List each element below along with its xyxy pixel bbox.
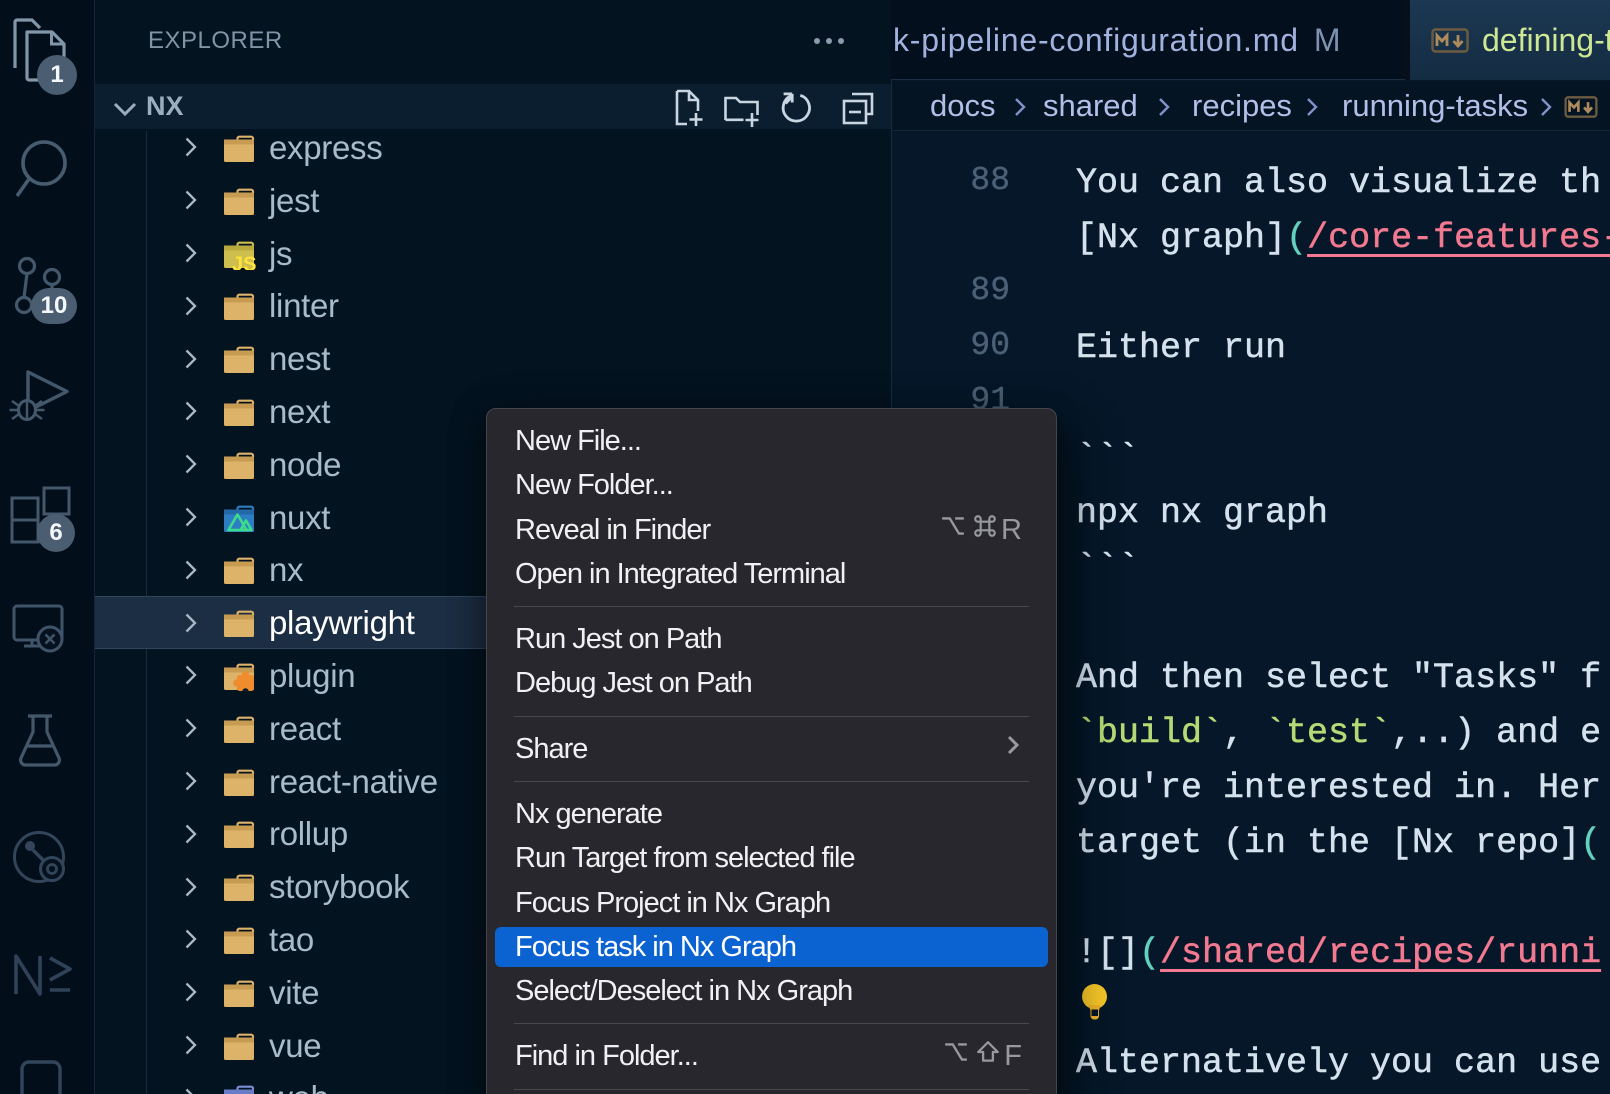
svg-text:JS: JS [232, 253, 256, 270]
